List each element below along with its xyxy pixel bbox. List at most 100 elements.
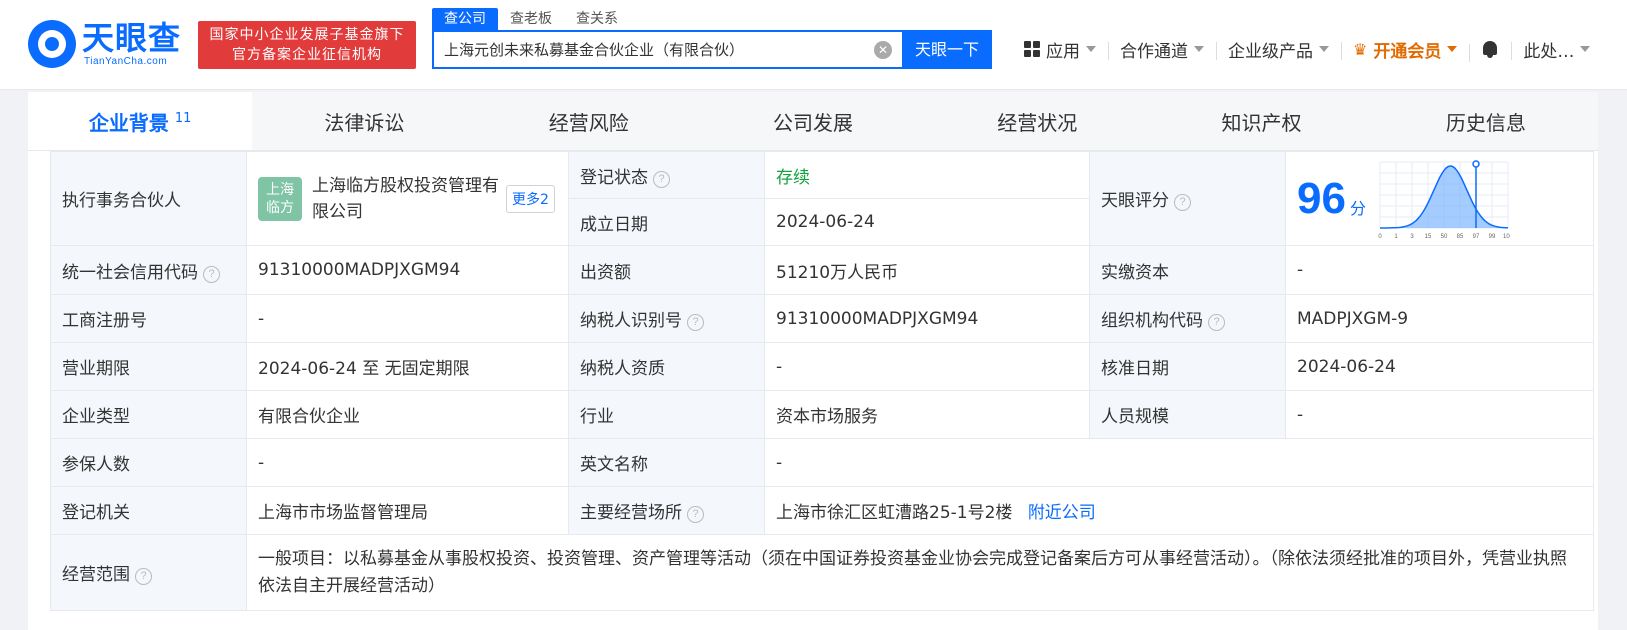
nav-enterprise-label: 企业级产品	[1228, 41, 1313, 62]
taxpayer-qual-label: 纳税人资质	[568, 342, 765, 391]
logo-text: 天眼查	[82, 19, 182, 57]
staff-label: 人员规模	[1089, 390, 1286, 439]
search-box: ✕ 天眼一下	[432, 30, 992, 69]
help-icon[interactable]: ?	[203, 265, 220, 283]
search-button[interactable]: 天眼一下	[902, 30, 992, 69]
help-icon[interactable]: ?	[135, 568, 152, 585]
top-nav: 应用 合作通道 企业级产品 ♛ 开通会员 此处…	[1012, 34, 1602, 64]
chevron-down-icon	[1086, 46, 1096, 52]
section-tabs: 企业背景 11 法律诉讼 经营风险 公司发展 经营状况 知识产权 历史信息	[28, 92, 1598, 151]
help-icon[interactable]: ?	[687, 506, 704, 523]
tick-label: 15	[1425, 234, 1432, 240]
eye-logo-icon	[28, 20, 76, 68]
distribution-area	[1379, 165, 1508, 228]
org-code-value: MADPJXGM-9	[1285, 294, 1594, 343]
score-marker-dot	[1472, 159, 1480, 168]
partner-name-link[interactable]: 上海临方股权投资管理有限公司	[312, 173, 502, 225]
found-date-label: 成立日期	[568, 198, 765, 246]
term-label: 营业期限	[50, 342, 247, 391]
nav-vip-label: 开通会员	[1373, 41, 1442, 62]
official-badge: 国家中小企业发展子基金旗下 官方备案企业征信机构	[198, 21, 416, 69]
tab-background[interactable]: 企业背景 11	[28, 92, 253, 150]
biz-reg-no-label: 工商注册号	[50, 294, 247, 343]
help-icon[interactable]: ?	[653, 170, 670, 188]
help-icon[interactable]: ?	[1174, 194, 1191, 211]
address-cell: 上海市徐汇区虹漕路25-1号2楼 附近公司	[764, 486, 1594, 535]
tab-label: 企业背景	[88, 110, 169, 135]
nav-channels-label: 合作通道	[1120, 41, 1188, 62]
nearby-companies-link[interactable]: 附近公司	[1028, 503, 1096, 523]
search-tab-company[interactable]: 查公司	[432, 8, 498, 30]
capital-value: 51210万人民币	[764, 245, 1090, 295]
clear-icon[interactable]: ✕	[874, 40, 892, 59]
badge-line-1: 国家中小企业发展子基金旗下	[209, 27, 405, 43]
tab-litigation[interactable]: 法律诉讼	[252, 92, 476, 150]
authority-label: 登记机关	[50, 486, 247, 535]
tick-label: 3	[1410, 234, 1414, 240]
biz-reg-no-value: -	[246, 294, 569, 343]
logo[interactable]: 天眼查 TianYanCha.com	[28, 20, 188, 70]
credit-code-label: 统一社会信用代码?	[50, 245, 247, 295]
paid-capital-value: -	[1285, 245, 1594, 295]
tick-label: 85	[1457, 234, 1464, 240]
scope-value: 一般项目：以私募基金从事股权投资、投资管理、资产管理等活动（须在中国证券投资基金…	[246, 534, 1594, 611]
taxpayer-qual-value: -	[764, 342, 1090, 391]
capital-label: 出资额	[568, 245, 765, 295]
bell-icon	[1481, 39, 1499, 59]
staff-value: -	[1285, 390, 1594, 439]
score-distribution-chart: 0 1 3 15 50 85 97 99 100	[1378, 159, 1510, 240]
search-tab-relation[interactable]: 查关系	[564, 8, 630, 30]
reg-status-label: 登记状态?	[568, 151, 765, 199]
tab-risk[interactable]: 经营风险	[477, 92, 701, 150]
nav-enterprise[interactable]: 企业级产品	[1216, 37, 1341, 62]
search-type-tabs: 查公司 查老板 查关系	[432, 8, 630, 30]
org-code-label: 组织机构代码?	[1089, 294, 1286, 343]
authority-value: 上海市市场监督管理局	[246, 486, 569, 535]
nav-apps-label: 应用	[1046, 41, 1080, 62]
search-tab-boss[interactable]: 查老板	[498, 8, 564, 30]
chevron-down-icon	[1319, 46, 1329, 52]
nav-user[interactable]: 此处…	[1511, 37, 1602, 62]
score-unit: 分	[1349, 198, 1366, 218]
tab-operation[interactable]: 经营状况	[925, 92, 1149, 150]
partner-label: 执行事务合伙人	[50, 151, 247, 246]
insured-value: -	[246, 438, 569, 487]
approve-date-label: 核准日期	[1089, 342, 1286, 391]
help-icon[interactable]: ?	[687, 314, 704, 331]
search-input[interactable]	[434, 32, 874, 67]
nav-vip[interactable]: ♛ 开通会员	[1341, 37, 1469, 62]
tick-label: 97	[1473, 234, 1480, 240]
tab-ip[interactable]: 知识产权	[1149, 92, 1373, 150]
found-date-value: 2024-06-24	[764, 198, 1090, 246]
tick-label: 100	[1503, 234, 1510, 240]
tab-development[interactable]: 公司发展	[701, 92, 925, 150]
nav-notifications[interactable]	[1469, 39, 1511, 62]
logo-subtext: TianYanCha.com	[84, 56, 168, 67]
tick-label: 1	[1394, 234, 1398, 240]
nav-apps[interactable]: 应用	[1012, 37, 1108, 62]
approve-date-value: 2024-06-24	[1285, 342, 1594, 391]
chevron-down-icon	[1447, 46, 1458, 52]
tick-label: 99	[1489, 234, 1496, 240]
en-name-label: 英文名称	[568, 438, 765, 487]
chevron-down-icon	[1194, 46, 1204, 52]
partner-avatar[interactable]: 上海 临方	[258, 176, 302, 221]
tab-history[interactable]: 历史信息	[1374, 92, 1598, 150]
partner-more-button[interactable]: 更多2	[506, 184, 555, 213]
score-label: 天眼评分?	[1089, 151, 1286, 246]
address-label: 主要经营场所?	[568, 486, 765, 535]
score-cell[interactable]: 96 分 0 1 3 15 50 85 97 99 100	[1285, 151, 1594, 246]
help-icon[interactable]: ?	[1208, 314, 1225, 331]
reg-status-value: 存续	[764, 151, 1090, 199]
industry-value: 资本市场服务	[764, 390, 1090, 439]
nav-user-label: 此处…	[1523, 41, 1575, 62]
taxpayer-id-value: 91310000MADPJXGM94	[764, 294, 1090, 343]
insured-label: 参保人数	[50, 438, 247, 487]
credit-code-value: 91310000MADPJXGM94	[246, 245, 569, 295]
chevron-down-icon	[1580, 46, 1591, 52]
nav-channels[interactable]: 合作通道	[1108, 37, 1216, 62]
crown-icon: ♛	[1353, 39, 1368, 59]
tick-label: 50	[1441, 234, 1448, 240]
top-header: 天眼查 TianYanCha.com 国家中小企业发展子基金旗下 官方备案企业征…	[0, 0, 1627, 90]
score-value: 96	[1297, 173, 1346, 223]
